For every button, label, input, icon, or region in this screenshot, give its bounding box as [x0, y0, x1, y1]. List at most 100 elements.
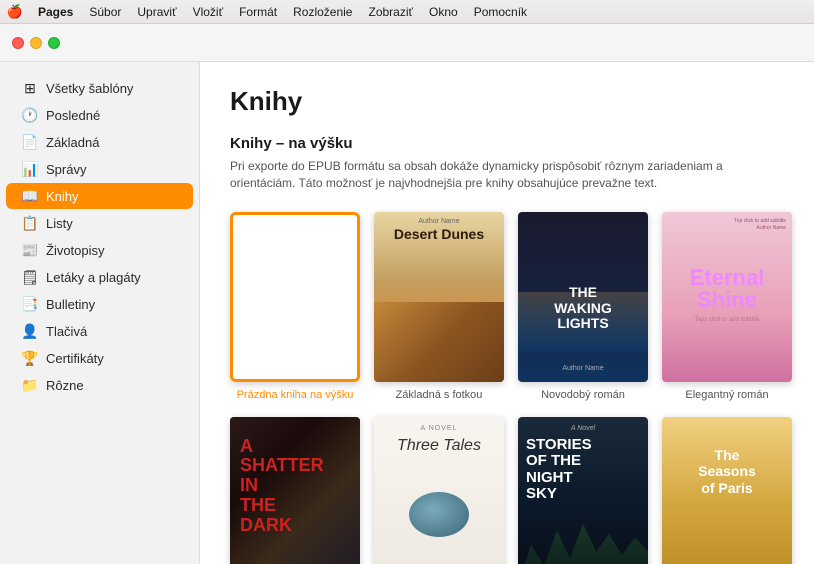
elegant-subtitle: Taps click to add subtitle [662, 317, 792, 323]
template-label-desert: Základná s fotkou [396, 389, 483, 401]
trophy-icon: 🏆 [22, 350, 38, 366]
template-cover-paris: TheSeasonsof Paris Author Name [662, 417, 792, 564]
templates-grid: Prázdna kniha na výšku Author Name Deser… [230, 212, 784, 564]
sidebar-item-basic[interactable]: 📄 Základná [6, 129, 193, 155]
page-title: Knihy [230, 86, 784, 117]
menu-rozlozenie[interactable]: Rozloženie [293, 5, 352, 19]
shatter-title: ASHATTERINTHEDARK [240, 437, 324, 536]
menu-pomocnik[interactable]: Pomocník [474, 5, 527, 19]
nightsky-trees [518, 517, 648, 564]
sidebar-item-bio[interactable]: 📰 Životopisy [6, 237, 193, 263]
elegant-title: EternalShine [662, 267, 792, 311]
sidebar-item-lists[interactable]: 📋 Listy [6, 210, 193, 236]
template-desert[interactable]: Author Name Desert Dunes Základná s fotk… [374, 212, 504, 401]
sidebar-item-recent[interactable]: 🕐 Posledné [6, 102, 193, 128]
elegant-top-text: Top click to add subtitleAuthor Name [734, 218, 786, 232]
list-icon: 📋 [22, 215, 38, 231]
menu-format[interactable]: Formát [239, 5, 277, 19]
sidebar-label-misc: Rôzne [46, 378, 84, 393]
template-cover-waking: THEWAKINGLIGHTS Author Name [518, 212, 648, 382]
paris-title: TheSeasonsof Paris [662, 447, 792, 497]
desert-title: Desert Dunes [374, 226, 504, 242]
content-area: Knihy Knihy – na výšku Pri exporte do EP… [200, 62, 814, 564]
sidebar-item-print[interactable]: 👤 Tlačivá [6, 318, 193, 344]
template-label-elegant: Elegantný román [685, 389, 768, 401]
sidebar-item-all[interactable]: ⊞ Všetky šablóny [6, 75, 193, 101]
doc-icon: 📄 [22, 134, 38, 150]
cover-waking-bg: THEWAKINGLIGHTS Author Name [518, 212, 648, 382]
cover-shatter-bg: ASHATTERINTHEDARK AUTHOR NAME [230, 417, 360, 564]
chart-icon: 📊 [22, 161, 38, 177]
sidebar-label-all: Všetky šablóny [46, 81, 133, 96]
sidebar-label-print: Tlačivá [46, 324, 87, 339]
sidebar-item-flyers[interactable]: 🗒 Letáky a plagáty [6, 264, 193, 290]
menu-upravit[interactable]: Upraviť [137, 5, 176, 19]
template-paris[interactable]: TheSeasonsof Paris Author Name Tradičný … [662, 417, 792, 564]
traffic-lights [12, 37, 60, 49]
sidebar-label-reports: Správy [46, 162, 86, 177]
window: ⊞ Všetky šablóny 🕐 Posledné 📄 Základná 📊… [0, 24, 814, 564]
sidebar: ⊞ Všetky šablóny 🕐 Posledné 📄 Základná 📊… [0, 62, 200, 564]
sidebar-item-books[interactable]: 📖 Knihy [6, 183, 193, 209]
template-tales[interactable]: A NOVEL Three Tales AUTHOR NAME Jednoduc… [374, 417, 504, 564]
close-button[interactable] [12, 37, 24, 49]
cover-tales-bg: A NOVEL Three Tales AUTHOR NAME [374, 417, 504, 564]
folder-icon: 📁 [22, 377, 38, 393]
sidebar-item-certs[interactable]: 🏆 Certifikáty [6, 345, 193, 371]
sidebar-label-lists: Listy [46, 216, 73, 231]
sidebar-item-bulletins[interactable]: 📑 Bulletiny [6, 291, 193, 317]
notepad-icon: 🗒 [22, 269, 38, 285]
main-content: ⊞ Všetky šablóny 🕐 Posledné 📄 Základná 📊… [0, 62, 814, 564]
template-shatter[interactable]: ASHATTERINTHEDARK AUTHOR NAME Multižánro… [230, 417, 360, 564]
template-cover-nightsky: A Novel STORIESOF THENIGHTSKY AUTHOR NAM… [518, 417, 648, 564]
template-cover-elegant: Top click to add subtitleAuthor Name Ete… [662, 212, 792, 382]
sidebar-item-reports[interactable]: 📊 Správy [6, 156, 193, 182]
sidebar-label-recent: Posledné [46, 108, 100, 123]
template-cover-shatter: ASHATTERINTHEDARK AUTHOR NAME [230, 417, 360, 564]
menu-zobrazit[interactable]: Zobraziť [368, 5, 413, 19]
template-label-waking: Novodobý román [541, 389, 625, 401]
sidebar-label-flyers: Letáky a plagáty [46, 270, 141, 285]
sidebar-item-misc[interactable]: 📁 Rôzne [6, 372, 193, 398]
menubar: 🍎 Pages Súbor Upraviť Vložiť Formát Rozl… [0, 0, 814, 24]
nightsky-anovel: A Novel [518, 425, 648, 432]
sidebar-label-bulletins: Bulletiny [46, 297, 95, 312]
menu-subor[interactable]: Súbor [89, 5, 121, 19]
menu-vlozit[interactable]: Vložiť [193, 5, 224, 19]
template-elegant[interactable]: Top click to add subtitleAuthor Name Ete… [662, 212, 792, 401]
person-icon: 👤 [22, 323, 38, 339]
template-nightsky[interactable]: A Novel STORIESOF THENIGHTSKY AUTHOR NAM… [518, 417, 648, 564]
cover-elegant-bg: Top click to add subtitleAuthor Name Ete… [662, 212, 792, 382]
tales-eggs-illustration [409, 492, 469, 537]
tales-author-top: A NOVEL [374, 425, 504, 432]
template-cover-tales: A NOVEL Three Tales AUTHOR NAME [374, 417, 504, 564]
maximize-button[interactable] [48, 37, 60, 49]
titlebar [0, 24, 814, 62]
desert-author: Author Name [374, 218, 504, 225]
waking-author: Author Name [518, 365, 648, 372]
template-cover-blank [230, 212, 360, 382]
sidebar-label-books: Knihy [46, 189, 79, 204]
menu-pages[interactable]: Pages [38, 5, 73, 19]
cover-blank-bg [233, 215, 357, 379]
section-title: Knihy – na výšku [230, 135, 784, 152]
template-label-blank: Prázdna kniha na výšku [237, 389, 354, 401]
nightsky-title: STORIESOF THENIGHTSKY [526, 437, 592, 503]
cover-desert-bg: Author Name Desert Dunes [374, 212, 504, 382]
grid-icon: ⊞ [22, 80, 38, 96]
template-waking[interactable]: THEWAKINGLIGHTS Author Name Novodobý rom… [518, 212, 648, 401]
clock-icon: 🕐 [22, 107, 38, 123]
menu-okno[interactable]: Okno [429, 5, 458, 19]
cover-paris-bg: TheSeasonsof Paris Author Name [662, 417, 792, 564]
template-blank[interactable]: Prázdna kniha na výšku [230, 212, 360, 401]
waking-title: THEWAKINGLIGHTS [518, 285, 648, 331]
cover-night-bg: A Novel STORIESOF THENIGHTSKY AUTHOR NAM… [518, 417, 648, 564]
sidebar-label-bio: Životopisy [46, 243, 105, 258]
desert-dunes-shape [374, 302, 504, 382]
section-description: Pri exporte do EPUB formátu sa obsah dok… [230, 158, 750, 192]
apple-menu[interactable]: 🍎 [8, 5, 22, 19]
newspaper-icon: 📰 [22, 242, 38, 258]
pages-icon: 📑 [22, 296, 38, 312]
sidebar-label-basic: Základná [46, 135, 99, 150]
minimize-button[interactable] [30, 37, 42, 49]
